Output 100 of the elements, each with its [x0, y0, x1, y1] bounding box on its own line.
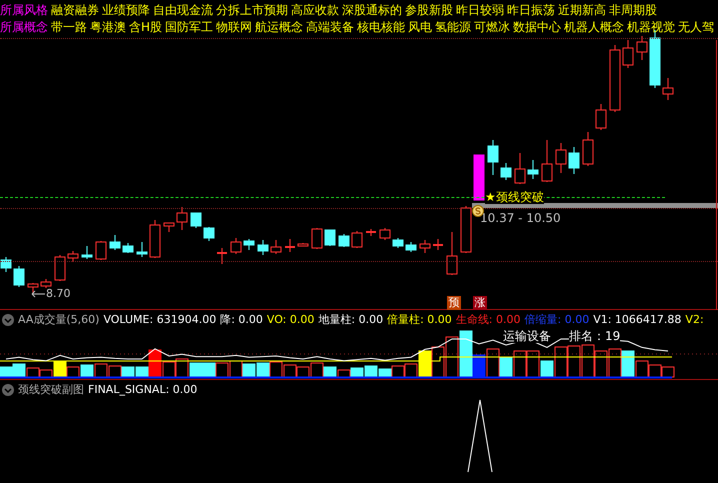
concept-tag: 粤港澳 — [90, 19, 126, 36]
volume-bar — [594, 350, 608, 378]
candlestick — [514, 152, 526, 184]
volume-bar — [432, 346, 444, 378]
candlestick — [596, 104, 606, 130]
volume-bar — [122, 366, 134, 378]
candlestick — [258, 240, 268, 256]
candlestick — [460, 206, 472, 254]
volume-bar — [662, 366, 674, 378]
candlestick — [420, 240, 430, 254]
concept-tag: 深股通标的 — [342, 2, 402, 19]
volume-bar — [392, 366, 404, 378]
candlestick — [582, 132, 594, 166]
volume-bar — [256, 362, 270, 378]
candlestick — [28, 282, 38, 294]
indicator-value: 倍缩量: 0.00 — [524, 312, 590, 327]
candlestick — [500, 162, 512, 180]
volume-bar — [648, 364, 662, 378]
concept-tag: 昨日较弱 — [456, 2, 504, 19]
collapse-icon[interactable] — [2, 314, 14, 326]
volume-bar — [350, 368, 364, 378]
volume-bar — [486, 348, 500, 378]
volume-bar — [202, 362, 216, 378]
indicator-value: 生命线: 0.00 — [456, 312, 520, 327]
volume-bar — [296, 366, 310, 378]
candlestick — [298, 242, 308, 246]
signal-badge: 预 — [447, 296, 461, 310]
concept-tag: 昨日振荡 — [507, 2, 555, 19]
candlestick — [406, 242, 416, 252]
neckline-breakout-label: ★颈线突破 — [485, 190, 544, 204]
category-label: 所属概念 — [0, 19, 48, 36]
candlestick — [433, 238, 443, 250]
candlestick — [662, 78, 674, 100]
candlestick — [68, 250, 78, 262]
volume-bar — [500, 356, 512, 378]
concept-tag: 无人驾 — [678, 19, 714, 36]
concept-tag: 非周期股 — [609, 2, 657, 19]
concept-tag: 高应收款 — [291, 2, 339, 19]
candlestick — [622, 40, 634, 68]
candlestick — [204, 226, 214, 242]
candlestick — [338, 234, 350, 248]
candlestick — [190, 212, 202, 228]
candlestick — [82, 246, 92, 260]
candlestick — [610, 44, 620, 112]
volume-bar — [514, 350, 526, 378]
indicator-value: V1: 1066417.88 — [593, 313, 682, 326]
concept-tag: 近期新高 — [558, 2, 606, 19]
candlestick — [312, 228, 322, 250]
concept-tag: 参股新股 — [405, 2, 453, 19]
volume-bar — [582, 344, 594, 378]
volume-bar — [364, 366, 378, 378]
concept-tag: 国防军工 — [165, 19, 214, 36]
signal-badge: 涨 — [473, 296, 487, 310]
indicator-value: FINAL_SIGNAL: 0.00 — [88, 383, 198, 396]
concept-tag: 航运概念 — [255, 19, 304, 36]
candlestick — [14, 266, 24, 288]
concept-tag: 高端装备 — [306, 19, 354, 36]
concept-tag: 数据中心 — [513, 19, 562, 36]
candlestick — [270, 240, 282, 254]
volume-bar — [608, 348, 622, 378]
price-range-label: 10.37 - 10.50 — [480, 211, 561, 225]
candlestick — [352, 230, 362, 248]
category-label: 所属风格 — [0, 2, 48, 19]
volume-bar — [378, 368, 392, 378]
candlestick — [568, 146, 580, 174]
candlestick — [488, 140, 498, 176]
candlestick — [446, 232, 458, 276]
volume-bar — [568, 346, 580, 378]
volume-bar — [270, 362, 282, 378]
candlestick — [230, 238, 242, 254]
concept-tag: 可燃冰 — [474, 19, 510, 36]
candlestick — [392, 238, 404, 248]
candlestick — [217, 248, 227, 264]
indicator-value: 降: 0.00 — [220, 312, 263, 327]
candlestick — [0, 256, 12, 272]
volume-bar — [242, 364, 256, 378]
candlestick — [40, 278, 52, 288]
candlestick — [324, 230, 336, 246]
candlestick — [285, 238, 295, 252]
volume-bar — [12, 364, 26, 378]
concept-tag: 带一路 — [51, 19, 87, 36]
candlestick — [528, 160, 538, 180]
volume-bar — [176, 358, 188, 378]
indicator-value: 地量柱: 0.00 — [318, 312, 384, 327]
candlestick — [380, 228, 390, 240]
concept-tag: 机器视觉 — [627, 19, 676, 36]
panel-title: 颈线突破副图 — [18, 382, 84, 397]
volume-bar — [0, 366, 12, 378]
indicator-value: VOLUME: 631904.00 — [103, 313, 216, 326]
candlestick — [366, 228, 376, 236]
volume-bar — [26, 368, 40, 378]
concept-tag: 含H股 — [129, 19, 162, 36]
volume-bar — [94, 364, 108, 378]
candlestick — [474, 154, 484, 200]
concept-tag: 氢能源 — [435, 19, 472, 36]
concept-tag: 风电 — [408, 19, 432, 36]
volume-bar — [446, 336, 458, 378]
candlestick — [110, 234, 120, 250]
indicator-value: V2: — [685, 313, 704, 326]
collapse-icon[interactable] — [2, 384, 14, 396]
